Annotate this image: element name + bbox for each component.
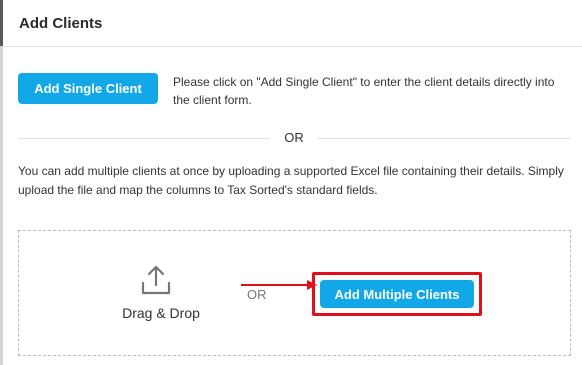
multiple-clients-description: You can add multiple clients at once by … [18,164,564,197]
file-dropzone[interactable]: Drag & Drop OR Add Multiple Clients [18,230,571,356]
divider-line-right [318,138,570,139]
add-single-client-button[interactable]: Add Single Client [18,73,158,104]
drag-drop-label: Drag & Drop [122,305,200,321]
dropzone-or-text: OR [247,287,267,302]
highlight-annotation: Add Multiple Clients [312,272,482,316]
upload-icon [141,265,171,295]
add-multiple-clients-button[interactable]: Add Multiple Clients [320,280,474,308]
modal-title: Add Clients [19,15,103,32]
single-client-description: Please click on "Add Single Client" to e… [173,75,555,107]
add-clients-modal: Add Clients Add Single Client Please cli… [3,0,582,365]
modal-header: Add Clients [3,0,582,47]
or-divider: OR [18,129,570,147]
